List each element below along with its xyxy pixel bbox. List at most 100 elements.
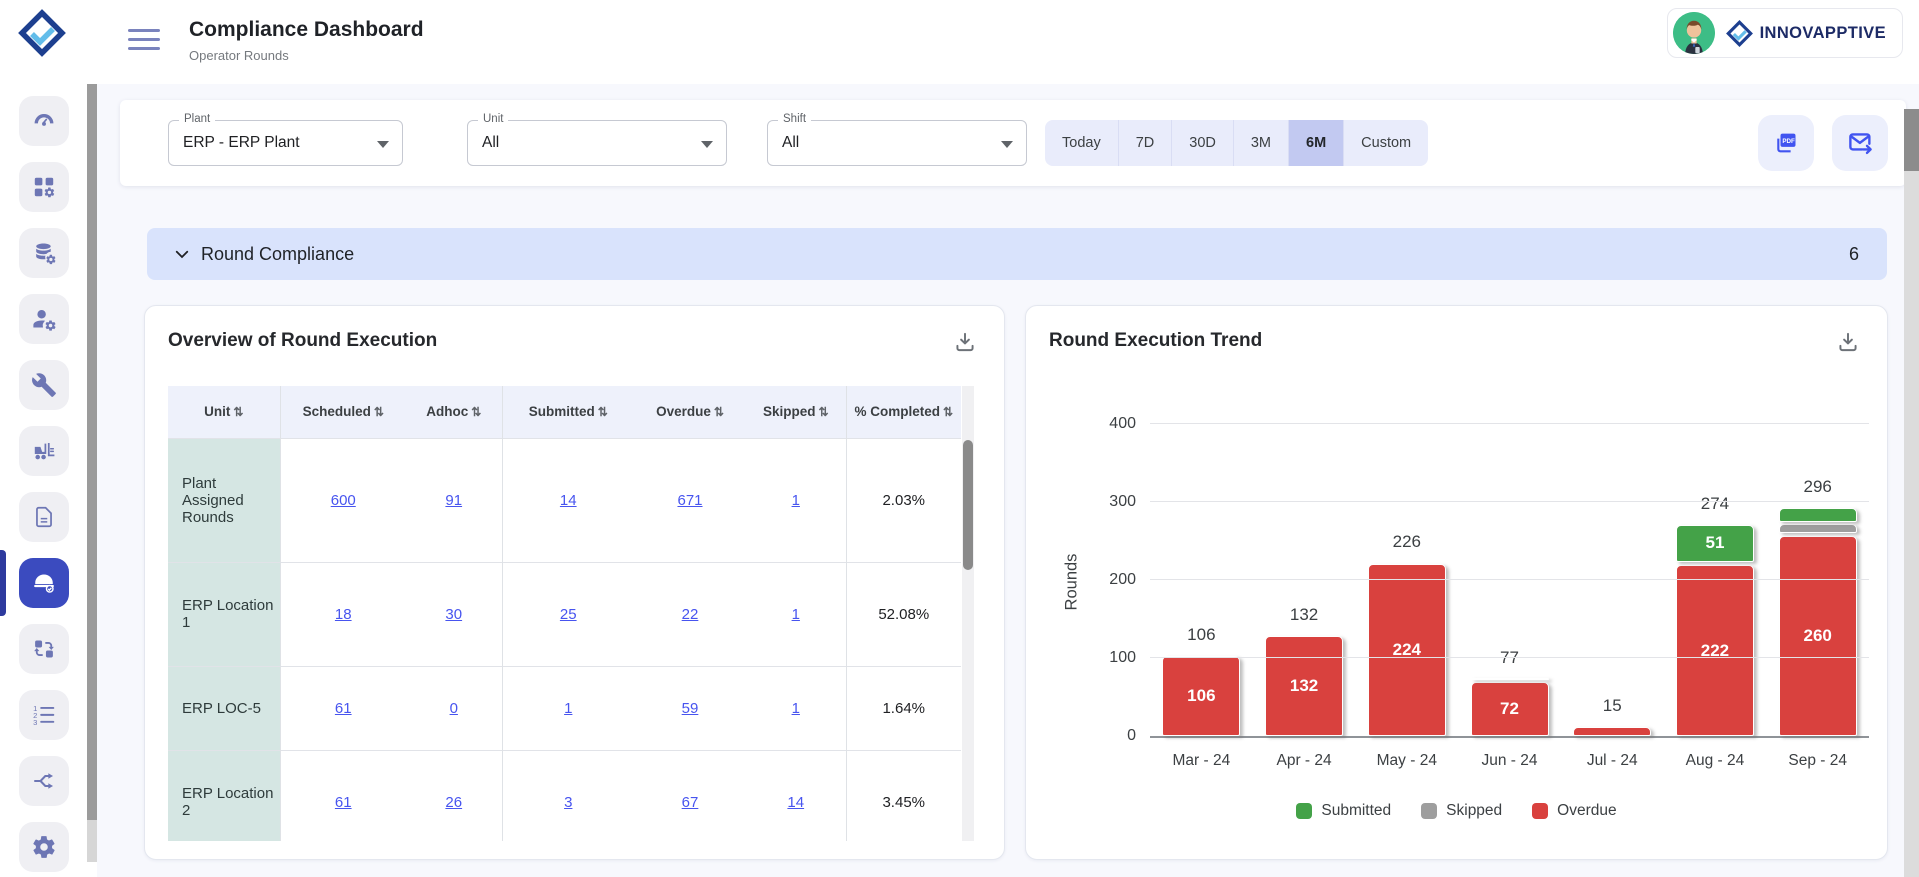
- overdue-link[interactable]: 22: [682, 606, 699, 623]
- legend-label: Submitted: [1321, 802, 1391, 820]
- range-button-7d[interactable]: 7D: [1119, 120, 1173, 166]
- submitted-link[interactable]: 14: [560, 492, 577, 509]
- bar-segment-overdue[interactable]: 224: [1368, 564, 1446, 736]
- bar-total-label: 106: [1150, 625, 1253, 645]
- table-header-row: Unit⇅ Scheduled⇅ Adhoc⇅ Submitted⇅ Overd…: [168, 386, 961, 438]
- completed-cell: 1.64%: [846, 666, 961, 750]
- bar-value-label: 72: [1500, 699, 1519, 719]
- bar-value-label: 260: [1803, 626, 1831, 646]
- skipped-link[interactable]: 1: [792, 606, 800, 623]
- adhoc-link[interactable]: 30: [445, 606, 462, 623]
- range-button-6m[interactable]: 6M: [1289, 120, 1344, 166]
- brand-logo: INNOVAPPTIVE: [1726, 20, 1886, 47]
- bar-segment-overdue[interactable]: [1573, 727, 1651, 736]
- sidebar-item-documents[interactable]: [19, 492, 69, 542]
- sidebar-item-operator-rounds[interactable]: [19, 558, 69, 608]
- completed-cell: 3.45%: [846, 750, 961, 841]
- legend-item-submitted[interactable]: Submitted: [1296, 802, 1391, 820]
- sidebar-item-workflows[interactable]: [19, 624, 69, 674]
- sidebar-item-maintenance[interactable]: [19, 360, 69, 410]
- sidebar-item-master-data[interactable]: [19, 228, 69, 278]
- profile-card[interactable]: INNOVAPPTIVE: [1667, 8, 1903, 58]
- range-button-custom[interactable]: Custom: [1344, 120, 1428, 166]
- scheduled-link[interactable]: 18: [335, 606, 352, 623]
- adhoc-link[interactable]: 26: [445, 794, 462, 811]
- trend-chart-plot: 10610613213222422672771522251274260296 0…: [1150, 426, 1869, 738]
- sort-icon[interactable]: ⇅: [598, 405, 608, 419]
- col-header-unit[interactable]: Unit⇅: [168, 386, 280, 438]
- menu-hamburger-icon[interactable]: [128, 29, 160, 56]
- user-settings-icon: [31, 306, 57, 332]
- bar-total-label: 296: [1766, 477, 1869, 497]
- shift-select[interactable]: Shift All: [767, 120, 1027, 166]
- chevron-down-icon: [377, 141, 389, 148]
- skipped-link[interactable]: 1: [792, 492, 800, 509]
- col-header-overdue[interactable]: Overdue⇅: [634, 386, 746, 438]
- scheduled-link[interactable]: 61: [335, 700, 352, 717]
- col-header-submitted[interactable]: Submitted⇅: [502, 386, 634, 438]
- sort-icon[interactable]: ⇅: [943, 405, 953, 419]
- x-axis-label: Jun - 24: [1458, 752, 1561, 770]
- range-button-today[interactable]: Today: [1045, 120, 1119, 166]
- overview-download-button[interactable]: [948, 326, 982, 360]
- scheduled-link[interactable]: 61: [335, 794, 352, 811]
- bar-segment-overdue[interactable]: 72: [1471, 682, 1549, 736]
- bar-segment-overdue[interactable]: 132: [1265, 636, 1343, 736]
- trend-download-button[interactable]: [1831, 326, 1865, 360]
- sort-icon[interactable]: ⇅: [714, 405, 724, 419]
- avatar[interactable]: [1673, 12, 1715, 54]
- sidebar-item-dashboard[interactable]: [19, 96, 69, 146]
- numbered-list-icon: 1 2 3: [31, 702, 57, 728]
- sort-icon[interactable]: ⇅: [471, 405, 481, 419]
- shift-select-label: Shift: [778, 113, 811, 125]
- pdf-export-button[interactable]: PDF: [1758, 115, 1814, 171]
- col-header-scheduled[interactable]: Scheduled⇅: [280, 386, 406, 438]
- scheduled-link[interactable]: 600: [331, 492, 356, 509]
- plant-select[interactable]: Plant ERP - ERP Plant: [168, 120, 403, 166]
- active-indicator: [0, 550, 6, 616]
- overdue-link[interactable]: 671: [677, 492, 702, 509]
- bar-segment-overdue[interactable]: 222: [1676, 565, 1754, 736]
- bar-stack-Jul-24: 15: [1561, 426, 1664, 736]
- sort-icon[interactable]: ⇅: [233, 405, 243, 419]
- settings-gear-icon: [31, 834, 57, 860]
- bar-segment-overdue[interactable]: 260: [1779, 536, 1857, 736]
- page-scrollbar[interactable]: [1904, 109, 1919, 877]
- bar-segment-submitted[interactable]: 51: [1676, 525, 1754, 562]
- table-scrollbar[interactable]: [962, 386, 974, 841]
- sidebar-item-task-list[interactable]: 1 2 3: [19, 690, 69, 740]
- skipped-link[interactable]: 14: [787, 794, 804, 811]
- bar-segment-skipped[interactable]: [1471, 678, 1549, 680]
- sidebar-item-routing[interactable]: [19, 756, 69, 806]
- sidebar-item-settings[interactable]: [19, 822, 69, 872]
- bar-segment-overdue[interactable]: 106: [1162, 656, 1240, 736]
- legend-item-skipped[interactable]: Skipped: [1421, 802, 1502, 820]
- bar-segment-skipped[interactable]: [1779, 524, 1857, 533]
- round-compliance-section-header[interactable]: Round Compliance 6: [147, 228, 1887, 280]
- email-export-button[interactable]: [1832, 115, 1888, 171]
- sort-icon[interactable]: ⇅: [818, 405, 828, 419]
- bar-segment-submitted[interactable]: [1779, 508, 1857, 522]
- unit-select[interactable]: Unit All: [467, 120, 727, 166]
- submitted-link[interactable]: 25: [560, 606, 577, 623]
- bar-total-label: 15: [1561, 696, 1664, 716]
- adhoc-link[interactable]: 91: [445, 492, 462, 509]
- legend-item-overdue[interactable]: Overdue: [1532, 802, 1616, 820]
- sidebar-item-user-management[interactable]: [19, 294, 69, 344]
- sidebar-item-logistics[interactable]: [19, 426, 69, 476]
- adhoc-link[interactable]: 0: [450, 700, 458, 717]
- overdue-link[interactable]: 59: [682, 700, 699, 717]
- sidebar-scrollbar[interactable]: [87, 84, 97, 877]
- x-axis-label: Apr - 24: [1253, 752, 1356, 770]
- col-header-adhoc[interactable]: Adhoc⇅: [406, 386, 502, 438]
- sort-icon[interactable]: ⇅: [374, 405, 384, 419]
- range-button-3m[interactable]: 3M: [1234, 120, 1289, 166]
- skipped-link[interactable]: 1: [792, 700, 800, 717]
- overdue-link[interactable]: 67: [682, 794, 699, 811]
- col-header-completed[interactable]: % Completed⇅: [846, 386, 961, 438]
- range-button-30d[interactable]: 30D: [1172, 120, 1234, 166]
- submitted-link[interactable]: 3: [564, 794, 572, 811]
- submitted-link[interactable]: 1: [564, 700, 572, 717]
- col-header-skipped[interactable]: Skipped⇅: [746, 386, 846, 438]
- sidebar-item-apps-config[interactable]: [19, 162, 69, 212]
